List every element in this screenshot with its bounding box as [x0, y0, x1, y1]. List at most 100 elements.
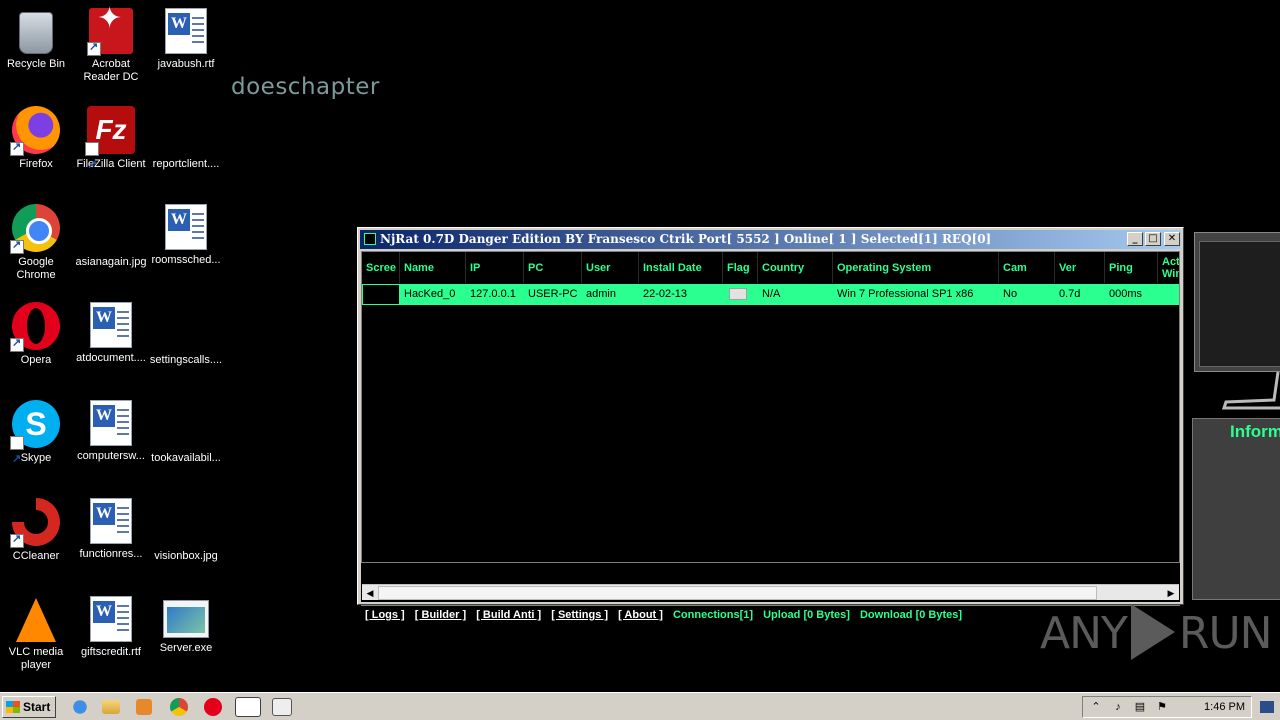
icon-label: reportclient.... [152, 158, 220, 170]
icon-label: Acrobat Reader DC [83, 58, 139, 83]
settings-link[interactable]: [ Settings ] [551, 609, 608, 621]
window-taskbar-icon[interactable] [272, 698, 292, 716]
cell-install-date: 22-02-13 [643, 288, 688, 300]
desktop-file[interactable]: tookavailabil... [148, 394, 224, 465]
column-header-pc[interactable]: PC [524, 252, 582, 283]
column-header-flag[interactable]: Flag [723, 252, 758, 283]
blank-file-icon [162, 106, 210, 154]
desktop-file[interactable]: settingscalls.... [148, 296, 224, 367]
table-row[interactable]: HacKed_0 127.0.0.1 USER-PC admin 22-02-1… [362, 284, 1179, 305]
opera-icon [10, 302, 60, 352]
maximize-button[interactable]: □ [1145, 232, 1161, 246]
desktop-file[interactable]: functionres... [73, 492, 149, 561]
column-header-install-date[interactable]: Install Date [639, 252, 723, 283]
icon-label: visionbox.jpg [154, 550, 218, 562]
network-icon[interactable]: ▤ [1133, 700, 1147, 714]
column-header-name[interactable]: Name [400, 252, 466, 283]
column-header-user[interactable]: User [582, 252, 639, 283]
column-header-ver[interactable]: Ver [1055, 252, 1105, 283]
start-label: Start [23, 700, 51, 714]
cell-pc: USER-PC [528, 288, 578, 300]
ie-taskbar-icon[interactable] [69, 697, 91, 717]
scroll-right-icon[interactable]: ▶ [1163, 585, 1179, 601]
cell-os: Win 7 Professional SP1 x86 [837, 288, 974, 300]
column-header-country[interactable]: Country [758, 252, 833, 283]
background-window-info[interactable]: Inform [1192, 418, 1280, 600]
icon-label: Recycle Bin [6, 58, 66, 70]
clients-grid[interactable]: Scree Name IP PC User Install Date Flag … [361, 251, 1180, 563]
cell-country: N/A [762, 288, 781, 300]
logs-link[interactable]: [ Logs ] [365, 609, 405, 621]
acrobat-shortcut[interactable]: Acrobat Reader DC [73, 2, 149, 84]
desktop-watermark-text: doeschapter [231, 74, 380, 100]
show-desktop-icon[interactable] [1260, 701, 1274, 713]
chrome-shortcut[interactable]: Google Chrome [0, 198, 74, 282]
connections-status: Connections[1] [672, 609, 754, 621]
icon-label: javabush.rtf [157, 58, 215, 70]
minimize-button[interactable]: _ [1127, 232, 1143, 246]
anyrun-logo: ANY RUN [1040, 604, 1273, 664]
skype-shortcut[interactable]: S Skype [0, 394, 74, 483]
scroll-left-icon[interactable]: ◀ [362, 585, 378, 601]
build-anti-link[interactable]: [ Build Anti ] [476, 609, 541, 621]
opera-taskbar-icon[interactable] [204, 698, 222, 716]
start-button[interactable]: Start [2, 696, 56, 718]
filezilla-icon: Fz [85, 106, 135, 189]
monitor-stand-icon [1222, 372, 1280, 410]
icon-label: Opera [20, 354, 52, 366]
builder-link[interactable]: [ Builder ] [415, 609, 466, 621]
icon-label: giftscredit.rtf [81, 646, 141, 658]
acrobat-icon [87, 8, 133, 56]
windows-logo-icon [6, 701, 20, 713]
icon-label: VLC media player [8, 646, 64, 671]
njrat-app-icon [364, 233, 376, 245]
cell-name: HacKed_0 [404, 288, 456, 300]
vlc-icon [16, 598, 56, 642]
column-header-ip[interactable]: IP [466, 252, 524, 283]
image-file-icon [162, 498, 210, 546]
media-player-taskbar-icon[interactable] [136, 699, 152, 715]
opera-shortcut[interactable]: Opera [0, 296, 74, 367]
word-doc-icon [90, 302, 132, 348]
desktop-file[interactable]: javabush.rtf [148, 2, 224, 71]
volume-icon[interactable]: ♪ [1111, 700, 1125, 714]
desktop-file[interactable]: reportclient.... [148, 100, 224, 171]
desktop-file[interactable]: computersw... [73, 394, 149, 463]
recycle-bin-shortcut[interactable]: Recycle Bin [0, 2, 74, 71]
clock[interactable]: 1:46 PM [1204, 697, 1245, 717]
icon-label: atdocument.... [76, 352, 146, 364]
scrollbar-thumb[interactable] [378, 586, 1097, 600]
explorer-taskbar-icon[interactable] [102, 700, 120, 714]
server-exe-file[interactable]: Server.exe [148, 590, 224, 655]
vlc-shortcut[interactable]: VLC media player [0, 590, 74, 672]
desktop-file[interactable]: giftscredit.rtf [73, 590, 149, 659]
window-titlebar[interactable]: NjRat 0.7D Danger Edition BY Fransesco C… [360, 230, 1181, 249]
column-header-active-window[interactable]: Acti Win [1158, 252, 1179, 283]
chrome-icon [10, 204, 60, 254]
column-header-screen[interactable]: Scree [362, 252, 400, 283]
ccleaner-shortcut[interactable]: CCleaner [0, 492, 74, 563]
chrome-taskbar-icon[interactable] [170, 698, 188, 716]
njrat-taskbar-button[interactable] [235, 697, 261, 717]
column-header-os[interactable]: Operating System [833, 252, 999, 283]
desktop-file[interactable]: roomssched... [148, 198, 224, 267]
ccleaner-icon [10, 498, 60, 548]
horizontal-scrollbar[interactable]: ◀ ▶ [362, 584, 1179, 600]
column-header-cam[interactable]: Cam [999, 252, 1055, 283]
desktop-file[interactable]: atdocument.... [73, 296, 149, 365]
column-header-ping[interactable]: Ping [1105, 252, 1158, 283]
action-center-flag-icon[interactable]: ⚑ [1155, 700, 1169, 714]
window-content: Scree Name IP PC User Install Date Flag … [361, 251, 1180, 626]
firefox-shortcut[interactable]: Firefox [0, 100, 74, 171]
njrat-window[interactable]: NjRat 0.7D Danger Edition BY Fransesco C… [357, 227, 1184, 626]
tray-expand-icon[interactable]: ⌃ [1089, 700, 1103, 714]
icon-label: tookavailabil... [151, 452, 221, 464]
row-screen-cell [362, 284, 400, 305]
skype-icon: S [10, 400, 60, 483]
about-link[interactable]: [ About ] [618, 609, 663, 621]
desktop-file[interactable]: asianagain.jpg [73, 198, 149, 269]
filezilla-shortcut[interactable]: Fz FileZilla Client [73, 100, 149, 189]
background-window-monitor[interactable] [1194, 232, 1280, 372]
desktop-file[interactable]: visionbox.jpg [148, 492, 224, 563]
close-button[interactable]: ✕ [1164, 232, 1180, 246]
